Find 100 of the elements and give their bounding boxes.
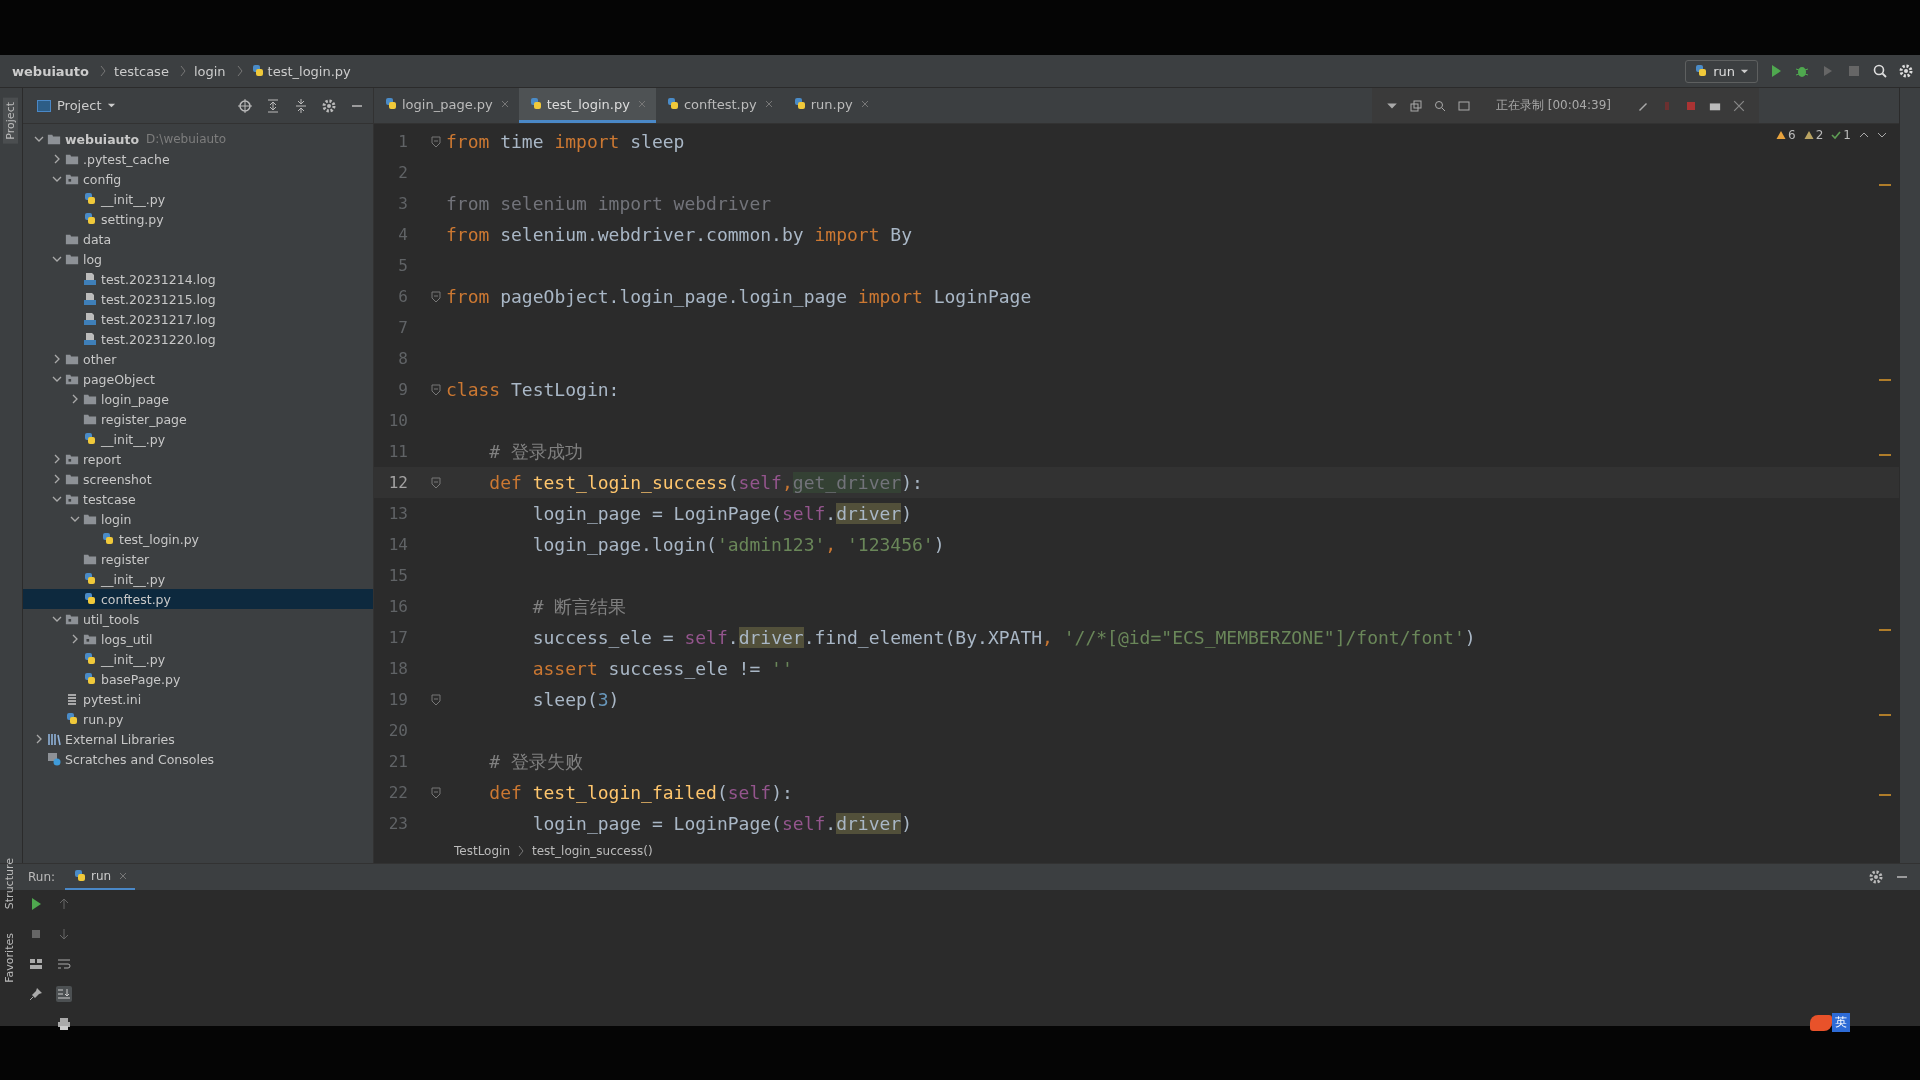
tree-item[interactable]: register bbox=[23, 549, 373, 569]
breadcrumb-item[interactable]: webuiauto bbox=[12, 63, 90, 79]
chevron-icon[interactable] bbox=[34, 134, 44, 144]
tree-item[interactable]: other bbox=[23, 349, 373, 369]
close-icon[interactable] bbox=[500, 100, 509, 108]
tree-item[interactable]: run.py bbox=[23, 709, 373, 729]
close-icon[interactable] bbox=[764, 100, 773, 108]
settings-icon[interactable] bbox=[321, 97, 337, 114]
tree-item[interactable]: __init__.py bbox=[23, 429, 373, 449]
recording-status: 正在录制 [00:04:39] bbox=[1495, 97, 1611, 114]
project-view-dropdown[interactable]: Project bbox=[31, 97, 123, 114]
editor-tab[interactable]: login_page.py bbox=[374, 88, 519, 123]
print-icon[interactable] bbox=[56, 1016, 72, 1032]
tree-item[interactable]: data bbox=[23, 229, 373, 249]
tree-item[interactable]: __init__.py bbox=[23, 649, 373, 669]
zoom-icon[interactable] bbox=[1433, 99, 1446, 112]
wrap-icon[interactable] bbox=[56, 956, 72, 972]
tree-item[interactable]: External Libraries bbox=[23, 729, 373, 749]
tool-window-tab[interactable]: Favorites bbox=[3, 933, 16, 983]
close-icon[interactable] bbox=[860, 100, 869, 108]
chevron-down-icon[interactable] bbox=[1877, 130, 1887, 140]
line-number: 18 bbox=[387, 659, 408, 678]
close-icon[interactable] bbox=[119, 872, 128, 880]
line-number: 13 bbox=[387, 504, 408, 523]
editor-tab[interactable]: run.py bbox=[782, 88, 879, 123]
tree-item[interactable]: config bbox=[23, 169, 373, 189]
tree-item[interactable]: testcase bbox=[23, 489, 373, 509]
breadcrumb-item[interactable]: test_login.py bbox=[267, 63, 351, 79]
layout-icon[interactable] bbox=[28, 956, 44, 972]
tree-item[interactable]: login bbox=[23, 509, 373, 529]
tree-item[interactable]: .pytest_cache bbox=[23, 149, 373, 169]
tree-item[interactable]: screenshot bbox=[23, 469, 373, 489]
tree-item[interactable]: Scratches and Consoles bbox=[23, 749, 373, 769]
tree-item[interactable]: test.20231220.log bbox=[23, 329, 373, 349]
tree-item[interactable]: log bbox=[23, 249, 373, 269]
tree-item[interactable]: __init__.py bbox=[23, 189, 373, 209]
chevron-icon[interactable] bbox=[52, 374, 62, 384]
tree-item[interactable]: webuiauto D:\webuiauto bbox=[23, 129, 373, 149]
tree-item[interactable]: pageObject bbox=[23, 369, 373, 389]
breadcrumb-item[interactable]: test_login_success() bbox=[532, 844, 653, 858]
code-line: login_page.login('admin123', '123456') bbox=[531, 534, 945, 555]
fold-icon[interactable] bbox=[431, 693, 441, 706]
fold-icon[interactable] bbox=[431, 135, 441, 148]
settings-icon[interactable] bbox=[1868, 869, 1884, 885]
fold-icon[interactable] bbox=[431, 290, 441, 303]
copy-icon[interactable] bbox=[1409, 99, 1422, 112]
pin-icon[interactable] bbox=[28, 986, 44, 1002]
breadcrumb-item[interactable]: login bbox=[193, 63, 226, 79]
tree-item[interactable]: __init__.py bbox=[23, 569, 373, 589]
chevron-icon[interactable] bbox=[70, 514, 80, 524]
tree-item[interactable]: test.20231217.log bbox=[23, 309, 373, 329]
inspection-count[interactable]: 2 bbox=[1815, 128, 1824, 142]
editor-tab[interactable]: test_login.py bbox=[518, 88, 656, 123]
fold-icon[interactable] bbox=[431, 383, 441, 396]
tree-item[interactable]: logs_util bbox=[23, 629, 373, 649]
ime-indicator[interactable]: 英 bbox=[1832, 1013, 1850, 1032]
target-icon[interactable] bbox=[237, 97, 253, 114]
tree-item[interactable]: register_page bbox=[23, 409, 373, 429]
scroll-end-icon[interactable] bbox=[56, 986, 72, 1002]
chevron-icon[interactable] bbox=[52, 154, 62, 164]
editor-tab[interactable]: conftest.py bbox=[655, 88, 783, 123]
tree-item[interactable]: test.20231215.log bbox=[23, 289, 373, 309]
inspection-count[interactable]: 6 bbox=[1788, 128, 1796, 142]
frame-icon[interactable] bbox=[1457, 99, 1470, 112]
chevron-icon[interactable] bbox=[52, 474, 62, 484]
fold-icon[interactable] bbox=[431, 476, 441, 489]
collapse-all-icon[interactable] bbox=[293, 97, 309, 114]
folder-icon bbox=[65, 252, 79, 266]
tool-window-tab[interactable]: Project bbox=[3, 98, 18, 144]
tree-item[interactable]: conftest.py bbox=[23, 589, 373, 609]
chevron-up-icon[interactable] bbox=[1859, 130, 1869, 140]
settings-icon[interactable] bbox=[1898, 63, 1914, 79]
tree-item[interactable]: pytest.ini bbox=[23, 689, 373, 709]
search-icon[interactable] bbox=[1872, 63, 1888, 79]
run-tab[interactable]: run bbox=[65, 864, 136, 890]
tree-item[interactable]: setting.py bbox=[23, 209, 373, 229]
tree-item[interactable]: test.20231214.log bbox=[23, 269, 373, 289]
run-config-dropdown[interactable]: run bbox=[1685, 59, 1758, 83]
tree-item[interactable]: login_page bbox=[23, 389, 373, 409]
code-line: class TestLogin: bbox=[445, 379, 620, 400]
breadcrumb-item[interactable]: TestLogin bbox=[454, 844, 510, 858]
expand-all-icon[interactable] bbox=[265, 97, 281, 114]
chevron-icon[interactable] bbox=[52, 494, 62, 504]
chevron-icon[interactable] bbox=[70, 394, 80, 404]
close-icon[interactable] bbox=[1733, 99, 1745, 112]
chevron-icon[interactable] bbox=[52, 354, 62, 364]
tree-item[interactable]: util_tools bbox=[23, 609, 373, 629]
chevron-icon[interactable] bbox=[52, 174, 62, 184]
tree-item[interactable]: basePage.py bbox=[23, 669, 373, 689]
fold-icon[interactable] bbox=[431, 786, 441, 799]
breadcrumb-item[interactable]: testcase bbox=[114, 63, 169, 79]
chevron-icon[interactable] bbox=[52, 254, 62, 264]
chevron-icon[interactable] bbox=[34, 734, 44, 744]
tree-item[interactable]: test_login.py bbox=[23, 529, 373, 549]
chevron-icon[interactable] bbox=[52, 614, 62, 624]
chevron-icon[interactable] bbox=[52, 454, 62, 464]
chevron-icon[interactable] bbox=[70, 634, 80, 644]
inspection-count[interactable]: 1 bbox=[1843, 128, 1851, 142]
tree-item[interactable]: report bbox=[23, 449, 373, 469]
tool-window-tab[interactable]: Structure bbox=[3, 858, 16, 910]
